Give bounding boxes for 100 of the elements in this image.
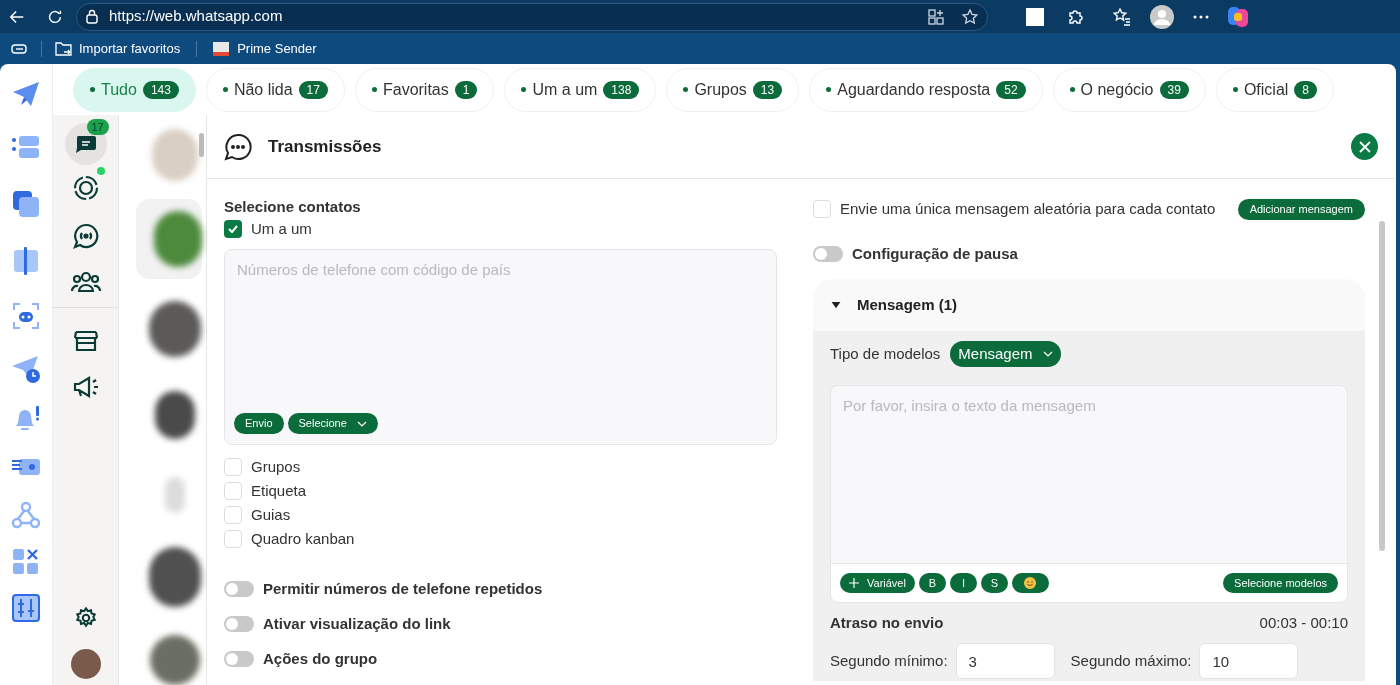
extension-icon[interactable] [1026, 7, 1044, 26]
chevron-down-icon [1042, 351, 1053, 357]
toggle-switch[interactable] [224, 581, 254, 597]
star-icon[interactable] [961, 7, 979, 26]
grid-remove-icon[interactable] [12, 548, 40, 576]
phone-number-field[interactable]: Números de telefone com código de país Envio Selecione [224, 249, 777, 445]
filter-tab[interactable]: Um a um 138 [504, 67, 657, 112]
bookmark-link[interactable]: Importar favoritos [79, 38, 181, 59]
count-badge: 8 [1294, 80, 1317, 99]
bookmark-link[interactable]: Prime Sender [237, 38, 317, 59]
avatar-placeholder [151, 129, 198, 181]
checkbox[interactable] [813, 200, 831, 218]
field-label: Atraso no envio [830, 612, 944, 633]
apps-icon[interactable] [927, 7, 945, 26]
checkbox-label: Envie uma única mensagem aleatória para cada contato [840, 198, 1216, 219]
checkbox-label: Quadro kanban [251, 528, 355, 549]
paper-plane-icon[interactable] [11, 80, 41, 108]
sliders-icon[interactable] [12, 594, 40, 622]
close-button[interactable] [1351, 133, 1378, 160]
avatar-placeholder [149, 635, 200, 685]
filter-tab[interactable]: Favoritas 1 [354, 67, 495, 112]
more-icon[interactable] [1192, 13, 1210, 20]
format-button[interactable]: B [918, 573, 946, 593]
filter-tab[interactable]: O negócio 39 [1052, 67, 1206, 112]
plus-icon [849, 578, 859, 588]
scrollbar-thumb[interactable] [199, 133, 204, 157]
split-panel-icon[interactable] [12, 246, 40, 276]
status-icon[interactable] [72, 175, 99, 201]
avatar-placeholder [154, 391, 195, 439]
store-icon[interactable] [73, 330, 98, 352]
toggle-switch[interactable] [813, 246, 843, 262]
checkbox[interactable] [224, 506, 242, 524]
toggle-label: Permitir números de telefone repetidos [263, 578, 543, 599]
avatar-placeholder [164, 477, 185, 513]
scheduled-send-icon[interactable] [11, 354, 41, 384]
unread-badge: 17 [86, 119, 109, 135]
field-label: Tipo de modelos [830, 343, 941, 364]
template-type-dropdown[interactable]: Mensagem [950, 341, 1061, 367]
check-icon [227, 223, 239, 235]
bookmark-favicon-icon [213, 41, 230, 56]
avatar-placeholder[interactable] [70, 649, 101, 679]
checkbox[interactable] [224, 220, 242, 238]
megaphone-icon[interactable] [72, 376, 99, 398]
url-text: https://web.whatsapp.com [109, 6, 283, 27]
close-icon [1358, 140, 1371, 153]
toggle-label: Ativar visualização do link [263, 613, 451, 634]
copy-icon[interactable] [12, 190, 40, 218]
count-badge: 13 [752, 80, 783, 99]
chevron-down-icon [356, 420, 367, 427]
filter-tab[interactable]: Oficial 8 [1215, 67, 1334, 112]
copilot-icon[interactable] [1226, 4, 1250, 29]
avatar-placeholder [148, 547, 201, 607]
checkbox[interactable] [224, 530, 242, 548]
count-badge: 143 [142, 80, 179, 99]
robot-icon[interactable] [12, 302, 40, 330]
checkbox-label: Grupos [251, 456, 301, 477]
toggle-switch[interactable] [224, 616, 254, 632]
filter-tab[interactable]: Não lida 17 [205, 67, 345, 112]
folder-icon [54, 39, 74, 58]
count-badge: 39 [1159, 80, 1189, 99]
settings-icon[interactable] [74, 607, 97, 629]
section-heading: Selecione contatos [224, 197, 362, 217]
channels-icon[interactable] [72, 223, 99, 249]
toggle-switch[interactable] [224, 651, 254, 667]
select-templates-button[interactable]: Selecione modelos [1223, 573, 1338, 593]
profile-icon[interactable] [1150, 4, 1174, 29]
checkbox[interactable] [224, 482, 242, 500]
format-button[interactable]: S [980, 573, 1008, 593]
card-icon[interactable] [11, 456, 41, 478]
max-seconds-field[interactable]: 10 [1199, 643, 1299, 679]
checkbox[interactable] [224, 458, 242, 476]
caret-icon[interactable] [831, 301, 841, 309]
select-dropdown[interactable]: Selecione [287, 413, 378, 434]
communities-icon[interactable] [70, 271, 101, 293]
format-button[interactable]: I [949, 573, 977, 593]
add-message-button[interactable]: Adicionar mensagem [1237, 198, 1365, 220]
chats-icon[interactable] [64, 123, 107, 165]
checkbox-label: Etiqueta [251, 480, 307, 501]
lock-icon [85, 8, 99, 25]
smiley-icon [1024, 577, 1037, 589]
avatar-placeholder [148, 301, 201, 357]
section-title: Mensagem (1) [857, 294, 958, 315]
filter-tab[interactable]: Aguardando resposta 52 [809, 67, 1043, 112]
count-badge: 138 [603, 80, 640, 99]
count-badge: 1 [454, 80, 478, 99]
avatar-placeholder [153, 211, 202, 267]
add-variable-button[interactable]: Variável [840, 573, 915, 593]
emoji-button[interactable] [1011, 573, 1049, 593]
checkbox-label: Guias [251, 504, 291, 525]
address-bar[interactable]: https://web.whatsapp.com [76, 2, 988, 31]
favorites-icon[interactable] [1112, 6, 1132, 27]
tab-actions-icon[interactable] [11, 42, 29, 55]
filter-tab[interactable]: Grupos 13 [666, 67, 800, 112]
send-button[interactable]: Envio [234, 413, 284, 434]
chat-bubble-icon [224, 132, 252, 161]
scrollbar-thumb[interactable] [1379, 221, 1385, 551]
toggle-label: Ações do grupo [263, 648, 378, 669]
min-seconds-field[interactable]: 3 [955, 643, 1055, 679]
chat-row-highlight[interactable] [135, 199, 202, 279]
filter-tab[interactable]: Tudo 143 [73, 67, 196, 112]
